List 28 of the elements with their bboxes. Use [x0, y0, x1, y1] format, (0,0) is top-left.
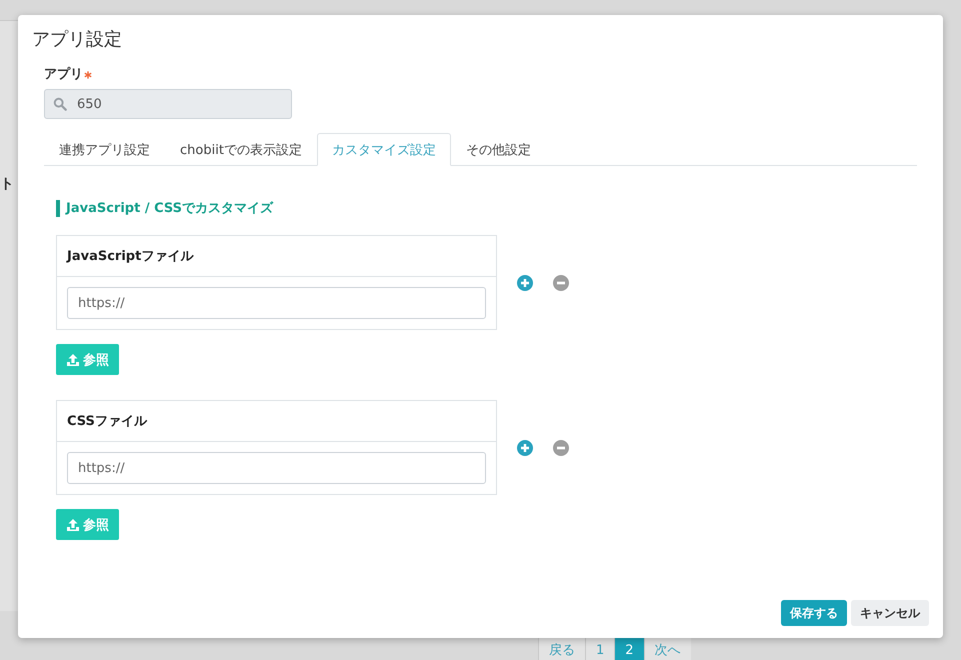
- save-button[interactable]: 保存する: [781, 600, 847, 626]
- remove-icon[interactable]: [553, 440, 569, 456]
- page-link[interactable]: 戻る: [538, 638, 585, 660]
- page-link[interactable]: 次へ: [644, 638, 691, 660]
- page-link[interactable]: 2: [614, 638, 644, 660]
- upload-icon: [66, 518, 80, 532]
- panel-heading: CSSファイル: [67, 413, 147, 430]
- search-icon: [53, 97, 67, 111]
- field-label: アプリ: [44, 66, 83, 83]
- tab[interactable]: カスタマイズ設定: [316, 133, 451, 166]
- page-link[interactable]: 1: [585, 638, 614, 660]
- tab[interactable]: chobiitでの表示設定: [165, 133, 317, 166]
- panel-heading: JavaScriptファイル: [67, 248, 194, 265]
- search-field[interactable]: 650: [44, 89, 292, 119]
- add-icon[interactable]: [517, 440, 533, 456]
- column-header: ト: [0, 175, 14, 193]
- tab[interactable]: その他設定: [450, 133, 546, 166]
- url-input[interactable]: https://: [67, 452, 486, 484]
- dialog-title: アプリ設定: [31, 28, 123, 51]
- browse-button[interactable]: 参照: [56, 509, 119, 540]
- upload-icon: [66, 352, 80, 366]
- cancel-button[interactable]: キャンセル: [851, 600, 929, 626]
- url-input[interactable]: https://: [67, 287, 486, 319]
- tab[interactable]: 連携アプリ設定: [44, 133, 165, 166]
- remove-icon[interactable]: [553, 274, 569, 290]
- add-icon[interactable]: [517, 274, 533, 290]
- browse-button[interactable]: 参照: [56, 344, 119, 375]
- section-title: JavaScript / CSSでカスタマイズ: [56, 200, 917, 217]
